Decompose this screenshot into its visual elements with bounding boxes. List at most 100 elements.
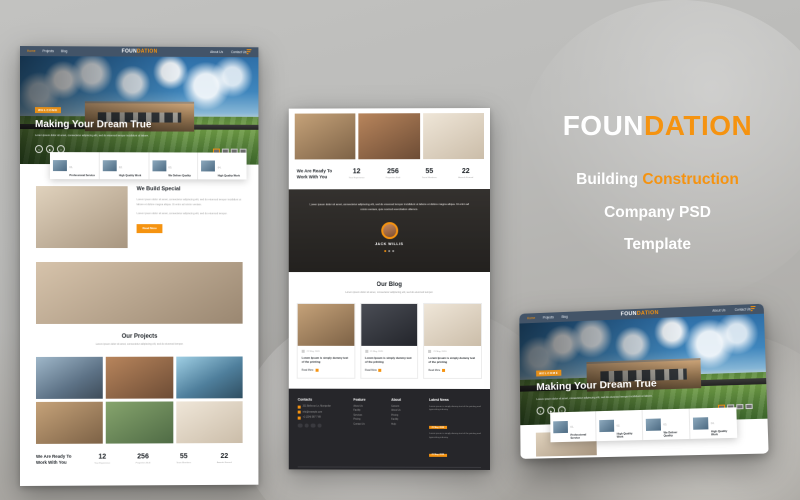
promo-line-3: Template: [624, 236, 691, 254]
testimonial-quote: Lorem ipsum dolor sit amet, consectetur …: [309, 203, 470, 212]
projects-subtitle: Lorem ipsum dolor sit amet, consectetur …: [95, 342, 184, 346]
nav-link-about-us[interactable]: About Us: [712, 308, 725, 313]
about-image: [35, 186, 128, 249]
footer-link[interactable]: About Us: [353, 405, 385, 407]
blog-date-row: 21 May, 2020: [301, 350, 350, 354]
stats-section: We Are Ready To Work With You 12 Year Ex…: [20, 442, 259, 478]
hero-title: Making Your Dream True: [34, 119, 152, 131]
blog-card[interactable]: 21 May, 2020 Lorem Ipsum is simply dummy…: [296, 303, 356, 379]
site-logo[interactable]: FOUNDATION: [621, 310, 659, 317]
carousel-dot[interactable]: [388, 249, 391, 252]
gallery-image[interactable]: [358, 113, 420, 160]
nav-link-projects[interactable]: Projects: [42, 49, 53, 53]
footer-link[interactable]: Facility: [353, 410, 385, 412]
feature-card[interactable]: 01. Professional Service: [550, 411, 596, 443]
footer-link[interactable]: Help: [391, 424, 423, 426]
feature-card-image: [599, 419, 615, 433]
footer-link[interactable]: Contact Us: [353, 424, 385, 426]
feature-card[interactable]: 02. High Quality Work: [98, 152, 149, 180]
blog-post-title: Lorem Ipsum is simply dummy text of the …: [364, 356, 412, 365]
project-image[interactable]: [35, 356, 104, 399]
hero-thumb[interactable]: [736, 404, 744, 410]
project-image[interactable]: [35, 401, 104, 444]
footer-link[interactable]: Facility: [391, 419, 423, 421]
stats-heading: We Are Ready To Work With You: [296, 168, 333, 180]
footer-contact-text: info@example.com: [302, 411, 323, 414]
footer-news-text[interactable]: Lorem ipsum is simply dummy text of the …: [429, 433, 481, 440]
nav-link-blog[interactable]: Blog: [562, 315, 568, 319]
gallery-image[interactable]: [294, 113, 356, 160]
about-paragraph-1: Lorem ipsum dolor sit amet, consectetur …: [136, 198, 242, 206]
feature-card[interactable]: 01. Professional Service: [49, 152, 99, 180]
project-image[interactable]: [106, 401, 173, 444]
stat-label: Properties Built: [385, 177, 401, 180]
calendar-icon: [428, 350, 432, 354]
nav-link-about-us[interactable]: About Us: [210, 50, 223, 54]
footer-link[interactable]: About Us: [391, 410, 423, 412]
blog-read-more[interactable]: Read More: [302, 368, 350, 372]
slider-prev-icon[interactable]: ‹: [34, 145, 43, 154]
stat-item: 22 Awards Earned: [450, 168, 482, 180]
project-image[interactable]: [175, 356, 243, 399]
nav-link-home[interactable]: Home: [527, 316, 535, 320]
footer-link[interactable]: Pricing: [353, 419, 385, 421]
instagram-icon[interactable]: [310, 423, 316, 428]
feature-card-image: [692, 417, 709, 430]
footer-link[interactable]: Pricing: [391, 415, 423, 417]
footer-column-about: About Careers About Us Pricing Facility …: [391, 397, 423, 461]
facebook-icon[interactable]: [297, 423, 303, 428]
stat-label: Year Experience: [94, 462, 111, 465]
footer-contact-item[interactable]: info@example.com: [297, 410, 348, 414]
nav-link-blog[interactable]: Blog: [61, 49, 67, 53]
menu-icon[interactable]: [246, 49, 252, 55]
hero-copy: WELCOME Making Your Dream True Lorem ips…: [34, 98, 154, 138]
feature-card[interactable]: 04. High Quality Work: [688, 407, 738, 439]
nav-link-contact-us[interactable]: Contact Us: [231, 50, 247, 54]
blog-read-more[interactable]: Read More: [365, 368, 413, 372]
project-image[interactable]: [175, 401, 243, 444]
blog-post-title: Lorem Ipsum is simply dummy text of the …: [428, 356, 476, 365]
footer-contact-text: +1 (234) 567 7 89: [302, 416, 321, 419]
blog-card[interactable]: 21 May, 2020 Lorem Ipsum is simply dummy…: [359, 303, 419, 379]
linkedin-icon[interactable]: [317, 423, 322, 428]
nav-link-projects[interactable]: Projects: [543, 315, 554, 319]
stat-number: 22: [220, 453, 229, 461]
feature-card[interactable]: 03. We Deliver Quality: [148, 152, 198, 180]
nav-link-contact-us[interactable]: Contact Us: [735, 307, 751, 312]
blog-image: [360, 304, 418, 347]
footer-contact-item[interactable]: +1 (234) 567 7 89: [297, 416, 348, 420]
stat-item: 256 Properties Built: [125, 454, 162, 465]
stat-number: 256: [137, 453, 149, 461]
feature-card[interactable]: 03. We Deliver Quality: [641, 408, 690, 441]
nav-link-home[interactable]: Home: [27, 49, 36, 53]
feature-card-number: 02.: [118, 165, 123, 169]
footer: Contacts 201 Bellevue Ln, Montpelier inf…: [288, 388, 490, 470]
blog-card[interactable]: 21 May, 2020 Lorem Ipsum is simply dummy…: [423, 303, 483, 379]
stat-item: 256 Properties Built: [377, 169, 409, 180]
footer-contact-item[interactable]: 201 Bellevue Ln, Montpelier: [297, 405, 348, 409]
footer-link[interactable]: Services: [353, 414, 385, 416]
carousel-dot[interactable]: [392, 249, 395, 252]
carousel-dot[interactable]: [384, 249, 387, 252]
feature-card-number: 01.: [69, 165, 74, 169]
blog-read-more[interactable]: Read More: [428, 368, 477, 372]
slider-prev-icon[interactable]: ‹: [536, 406, 545, 415]
gallery-image[interactable]: [422, 113, 484, 160]
read-more-button[interactable]: Read More: [136, 223, 163, 233]
feature-card-image: [553, 420, 568, 434]
nav-group-left: Home Projects Blog: [27, 49, 74, 53]
stat-item: 55 Team Members: [165, 454, 202, 465]
about-title: We Build Special: [136, 186, 181, 193]
hero-thumb[interactable]: [745, 403, 753, 410]
site-logo[interactable]: FOUNDATION: [122, 49, 158, 55]
blog-image: [424, 304, 482, 347]
calendar-icon: [364, 350, 368, 354]
promo-line-1-b: Construction: [642, 171, 739, 188]
menu-icon[interactable]: [750, 306, 756, 312]
twitter-icon[interactable]: [304, 423, 309, 428]
feature-card[interactable]: 04. High Quality Work: [197, 152, 247, 180]
feature-card[interactable]: 02. High Quality Work: [595, 409, 643, 442]
footer-news-text[interactable]: Lorem ipsum is simply dummy text of the …: [429, 405, 481, 412]
project-image[interactable]: [106, 356, 173, 399]
footer-link[interactable]: Careers: [391, 405, 423, 407]
